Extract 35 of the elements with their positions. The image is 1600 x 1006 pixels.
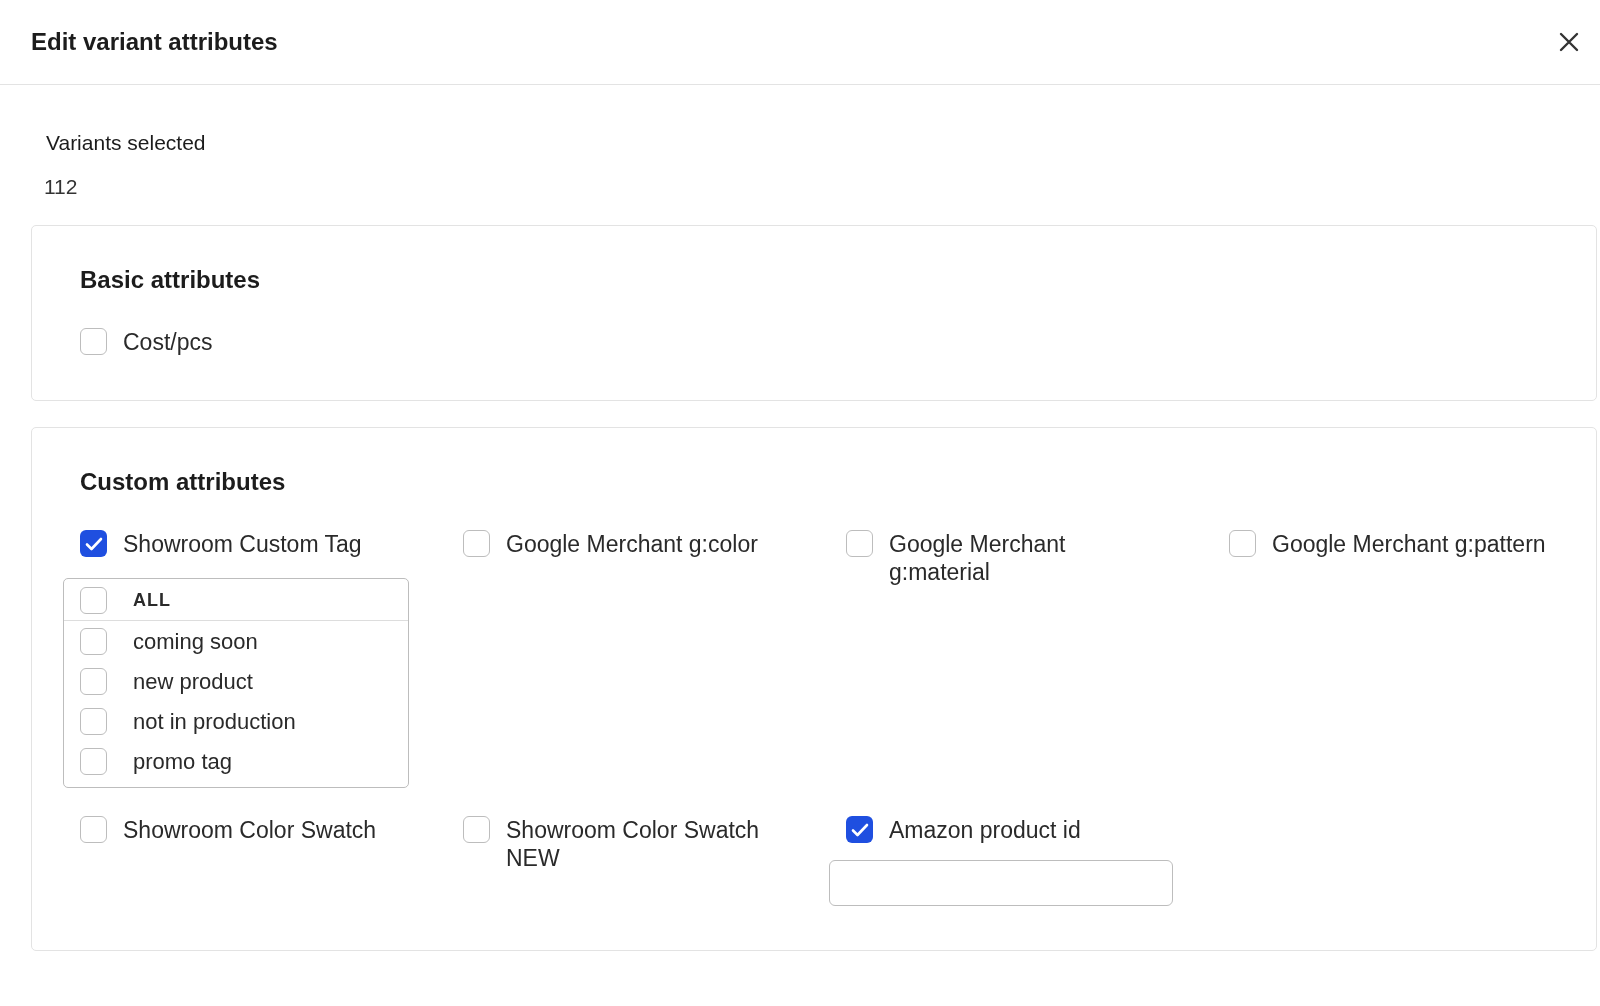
checkbox[interactable] xyxy=(846,530,873,557)
checkbox[interactable] xyxy=(1229,530,1256,557)
attribute-label: Cost/pcs xyxy=(123,328,213,356)
variants-count: 112 xyxy=(44,175,79,199)
option-label: new product xyxy=(133,668,253,695)
option-label: ALL xyxy=(133,590,171,611)
checkbox[interactable] xyxy=(80,530,107,557)
checkbox[interactable] xyxy=(80,708,107,735)
option-label: not in production xyxy=(133,708,296,735)
close-icon xyxy=(1558,31,1580,53)
checkmark-icon xyxy=(850,822,869,837)
checkbox[interactable] xyxy=(80,628,107,655)
attribute-label: Showroom Color Swatch NEW xyxy=(506,816,761,872)
section-title: Basic attributes xyxy=(80,266,262,294)
option-label: promo tag xyxy=(133,748,233,775)
attribute-label: Showroom Custom Tag xyxy=(123,530,362,558)
attribute-label: Showroom Color Swatch xyxy=(123,816,377,844)
attribute-label: Amazon product id xyxy=(889,816,1081,844)
checkbox[interactable] xyxy=(80,587,107,614)
checkbox[interactable] xyxy=(80,748,107,775)
attribute-label: Google Merchant g:material xyxy=(889,530,1067,586)
option-label: coming soon xyxy=(133,628,258,655)
checkbox[interactable] xyxy=(463,530,490,557)
checkbox[interactable] xyxy=(80,816,107,843)
attribute-label: Google Merchant g:pattern xyxy=(1272,530,1546,558)
attribute-label: Google Merchant g:color xyxy=(506,530,758,558)
checkbox[interactable] xyxy=(463,816,490,843)
checkmark-icon xyxy=(84,536,103,551)
section-title: Custom attributes xyxy=(80,468,287,496)
variants-label: Variants selected xyxy=(46,131,207,155)
checkbox[interactable] xyxy=(80,668,107,695)
dialog-title: Edit variant attributes xyxy=(31,28,278,56)
checkbox[interactable] xyxy=(846,816,873,843)
checkbox[interactable] xyxy=(80,328,107,355)
input-field[interactable] xyxy=(829,860,1173,906)
